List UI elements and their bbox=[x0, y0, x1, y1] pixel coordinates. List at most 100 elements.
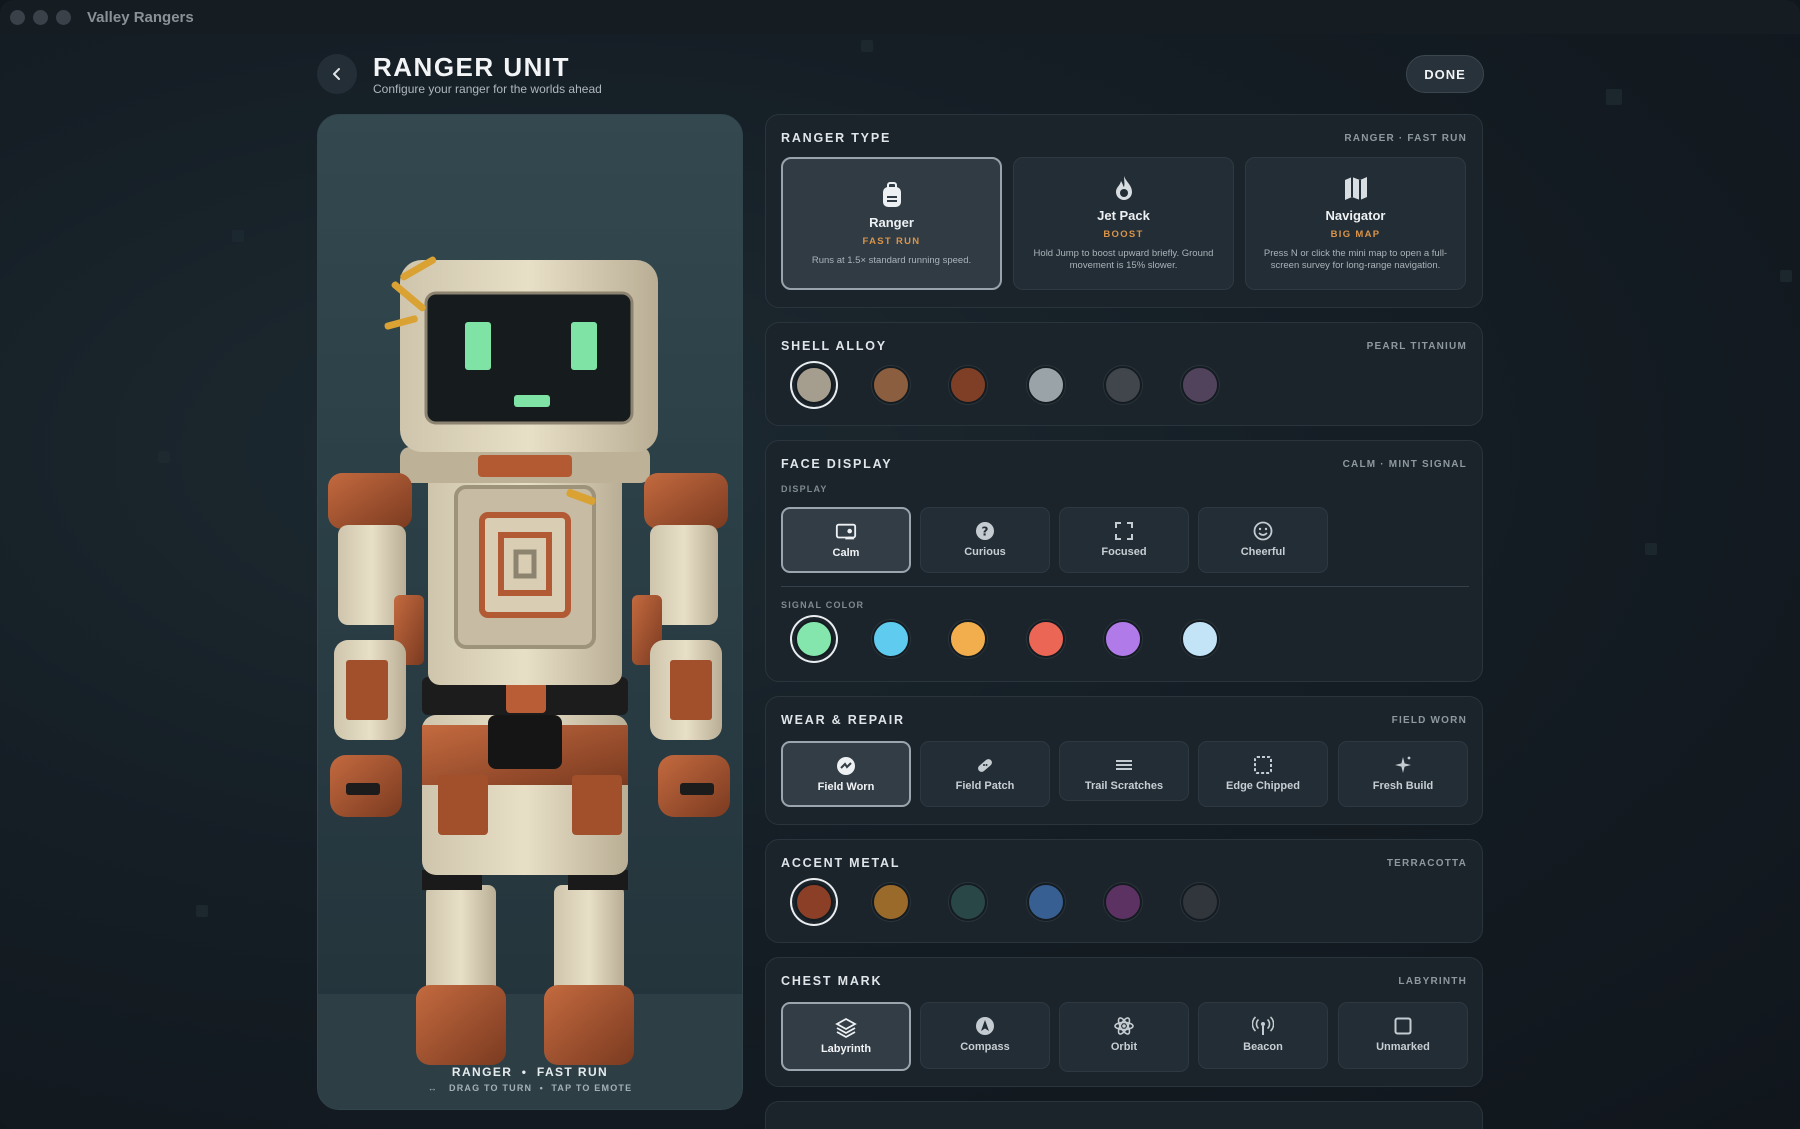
compass-icon bbox=[976, 1017, 994, 1035]
map-icon bbox=[1344, 177, 1367, 200]
option-label: Focused bbox=[1101, 546, 1147, 558]
section-title: ACCENT METAL bbox=[781, 856, 901, 870]
section-title: FACE DISPLAY bbox=[781, 457, 893, 471]
signal-swatch[interactable] bbox=[1181, 620, 1219, 658]
section-title: RANGER TYPE bbox=[781, 131, 892, 145]
zoom-window-button[interactable] bbox=[56, 9, 71, 25]
option-label: Calm bbox=[832, 547, 860, 559]
shell-swatch[interactable] bbox=[872, 366, 910, 404]
back-button[interactable] bbox=[317, 54, 357, 94]
background-speck bbox=[1645, 543, 1657, 555]
option-label: Unmarked bbox=[1376, 1041, 1430, 1053]
hint-drag: DRAG TO TURN bbox=[449, 1083, 533, 1093]
dashed-square-icon bbox=[1254, 756, 1272, 774]
option-label: Trail Scratches bbox=[1084, 780, 1164, 792]
shell-swatch[interactable] bbox=[1104, 366, 1142, 404]
caption-type: RANGER bbox=[451, 1065, 513, 1079]
face-display-section: FACE DISPLAY CALM · MINT SIGNAL DISPLAY … bbox=[765, 440, 1483, 682]
display-label: DISPLAY bbox=[781, 484, 828, 494]
accent-swatch[interactable] bbox=[795, 883, 833, 921]
section-value: LABYRINTH bbox=[1398, 976, 1467, 987]
shell-swatch[interactable] bbox=[949, 366, 987, 404]
background-speck bbox=[1780, 270, 1792, 282]
chest-option-unmarked[interactable]: Unmarked bbox=[1338, 1002, 1468, 1069]
shell-alloy-section: SHELL ALLOY PEARL TITANIUM bbox=[765, 322, 1483, 426]
chest-option-labyrinth[interactable]: Labyrinth bbox=[781, 1002, 911, 1071]
background-speck bbox=[232, 230, 244, 242]
display-option-focused[interactable]: Focused bbox=[1059, 507, 1189, 573]
chest-option-orbit[interactable]: Orbit bbox=[1059, 1002, 1189, 1072]
section-value: TERRACOTTA bbox=[1386, 858, 1467, 869]
caption-separator: • bbox=[517, 1065, 537, 1079]
background-speck bbox=[158, 451, 170, 463]
display-option-calm[interactable]: Calm bbox=[781, 507, 911, 573]
hint-tap: TAP TO EMOTE bbox=[551, 1083, 633, 1093]
option-label: Field Worn bbox=[817, 781, 875, 793]
wear-option-field-worn[interactable]: Field Worn bbox=[781, 741, 911, 807]
type-card-jet-pack[interactable]: Jet Pack BOOST Hold Jump to boost upward… bbox=[1013, 157, 1234, 290]
accent-swatch[interactable] bbox=[1104, 883, 1142, 921]
svg-text:?: ? bbox=[982, 525, 989, 539]
empty-square-icon bbox=[1394, 1017, 1412, 1035]
worn-badge-icon bbox=[837, 757, 855, 775]
display-option-cheerful[interactable]: Cheerful bbox=[1198, 507, 1328, 573]
type-card-ranger[interactable]: Ranger FAST RUN Runs at 1.5× standard ru… bbox=[781, 157, 1002, 290]
drag-arrows-icon: ↔ bbox=[427, 1083, 446, 1093]
next-section-peek bbox=[765, 1101, 1483, 1129]
type-description: Runs at 1.5× standard running speed. bbox=[811, 255, 972, 266]
bandage-icon bbox=[978, 759, 992, 772]
section-title: CHEST MARK bbox=[781, 974, 883, 988]
option-label: Fresh Build bbox=[1372, 780, 1434, 792]
preview-hint: ↔ DRAG TO TURN • TAP TO EMOTE bbox=[318, 1083, 742, 1093]
signal-color-label: SIGNAL COLOR bbox=[781, 600, 865, 610]
type-description: Hold Jump to boost upward briefly. Groun… bbox=[1033, 248, 1214, 271]
atom-icon bbox=[1114, 1017, 1134, 1035]
signal-swatch[interactable] bbox=[1104, 620, 1142, 658]
option-label: Orbit bbox=[1110, 1041, 1138, 1053]
hint-separator: • bbox=[535, 1083, 552, 1093]
wear-option-trail-scratches[interactable]: Trail Scratches bbox=[1059, 741, 1189, 801]
page-title: RANGER UNIT bbox=[373, 52, 571, 82]
accent-swatch[interactable] bbox=[949, 883, 987, 921]
wear-repair-section: WEAR & REPAIR FIELD WORN Field Worn Fiel… bbox=[765, 696, 1483, 825]
option-label: Labyrinth bbox=[820, 1043, 872, 1055]
background-speck bbox=[196, 905, 208, 917]
signal-swatch[interactable] bbox=[949, 620, 987, 658]
accent-swatch[interactable] bbox=[1027, 883, 1065, 921]
option-label: Curious bbox=[964, 546, 1006, 558]
type-name: Ranger bbox=[869, 215, 914, 230]
chest-option-compass[interactable]: Compass bbox=[920, 1002, 1050, 1069]
broadcast-icon bbox=[1252, 1016, 1274, 1035]
shell-swatch[interactable] bbox=[1181, 366, 1219, 404]
type-card-navigator[interactable]: Navigator BIG MAP Press N or click the m… bbox=[1245, 157, 1466, 290]
section-value: FIELD WORN bbox=[1391, 715, 1467, 726]
close-window-button[interactable] bbox=[10, 9, 25, 25]
shell-swatch[interactable] bbox=[795, 366, 833, 404]
app-window: Valley Rangers RANGER UNIT Configure you… bbox=[0, 0, 1800, 1129]
option-label: Compass bbox=[960, 1041, 1010, 1053]
shell-swatch[interactable] bbox=[1027, 366, 1065, 404]
chest-mark-section: CHEST MARK LABYRINTH Labyrinth Compass O… bbox=[765, 957, 1483, 1087]
signal-swatch[interactable] bbox=[1027, 620, 1065, 658]
section-value: RANGER · FAST RUN bbox=[1344, 133, 1467, 144]
background-speck bbox=[1606, 89, 1622, 105]
accent-swatch[interactable] bbox=[872, 883, 910, 921]
minimize-window-button[interactable] bbox=[33, 9, 48, 25]
backpack-icon bbox=[882, 182, 901, 207]
type-tag: BOOST bbox=[1103, 229, 1144, 240]
wear-option-fresh-build[interactable]: Fresh Build bbox=[1338, 741, 1468, 807]
type-name: Navigator bbox=[1325, 208, 1386, 223]
scratches-icon bbox=[1116, 760, 1132, 770]
wear-option-field-patch[interactable]: Field Patch bbox=[920, 741, 1050, 807]
signal-swatch[interactable] bbox=[872, 620, 910, 658]
accent-swatch[interactable] bbox=[1181, 883, 1219, 921]
calm-display-icon bbox=[835, 523, 857, 540]
sparkle-icon bbox=[1395, 756, 1411, 773]
wear-option-edge-chipped[interactable]: Edge Chipped bbox=[1198, 741, 1328, 807]
chest-option-beacon[interactable]: Beacon bbox=[1198, 1002, 1328, 1069]
ranger-preview[interactable]: RANGER • FAST RUN ↔ DRAG TO TURN • TAP T… bbox=[317, 114, 743, 1110]
signal-swatch[interactable] bbox=[795, 620, 833, 658]
done-button[interactable]: DONE bbox=[1406, 55, 1484, 93]
display-option-curious[interactable]: ? Curious bbox=[920, 507, 1050, 573]
page-subtitle: Configure your ranger for the worlds ahe… bbox=[373, 82, 602, 96]
